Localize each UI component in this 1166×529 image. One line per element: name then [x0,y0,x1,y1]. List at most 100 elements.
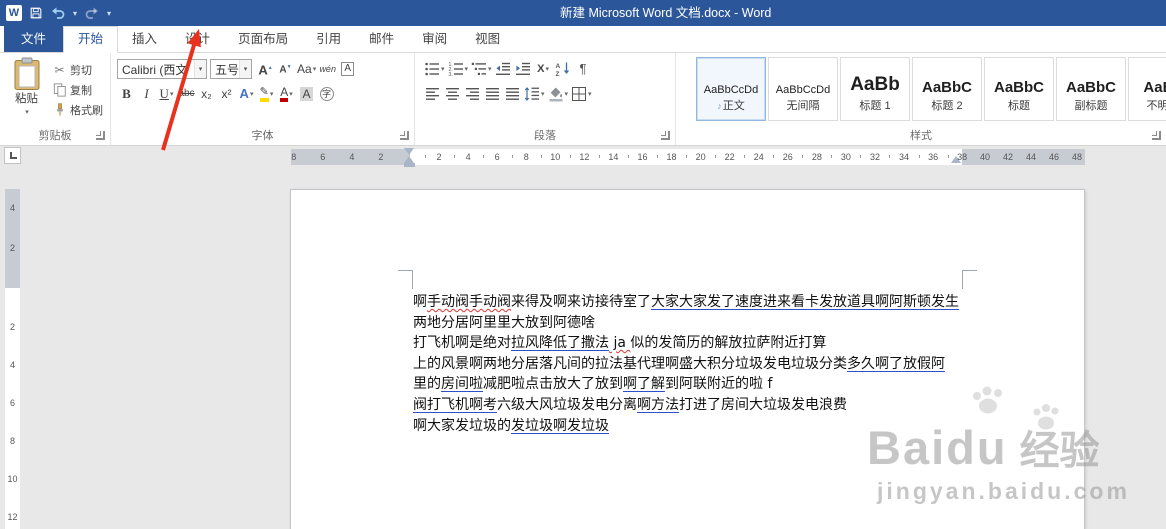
style-item-2[interactable]: AaBbCcDd 无间隔 [768,57,838,121]
paragraph-group: ▾ 1. 2. 3. ▾ ▾ X ▾ A Z ¶ ▾ ▾ ▾ 段落 [415,53,676,145]
asian-layout-button[interactable]: X ▾ [534,59,553,79]
style-item-1[interactable]: AaBbCcDd ♪正文 [696,57,766,121]
shrink-font-button[interactable]: A [276,59,295,79]
ruler-number: 16 [637,152,648,162]
tab-view[interactable]: 视图 [461,26,514,52]
style-item-5[interactable]: AaBbC 标题 [984,57,1054,121]
font-size-dropdown-icon[interactable]: ▾ [239,60,251,78]
first-line-indent-marker[interactable] [404,148,414,155]
borders-button[interactable]: ▾ [570,84,593,104]
bold-button[interactable]: B [117,84,136,104]
tab-references[interactable]: 引用 [302,26,355,52]
grow-font-button[interactable]: A [256,59,275,79]
undo-button[interactable] [50,6,66,20]
text-highlight-color-button[interactable]: ✎ ▾ [257,84,276,104]
ruler-number: 2 [9,322,15,332]
numbering-dropdown-icon[interactable]: ▾ [465,65,469,73]
superscript-button[interactable]: x² [217,84,236,104]
text-effects-dropdown-icon[interactable]: ▾ [250,90,254,98]
save-button[interactable] [29,6,43,20]
font-dialog-launcher[interactable] [400,131,409,140]
svg-text:Z: Z [556,71,560,77]
font-name-dropdown-icon[interactable]: ▾ [194,60,206,78]
character-shading-button[interactable]: A [297,84,316,104]
style-item-4[interactable]: AaBbC 标题 2 [912,57,982,121]
redo-button[interactable] [84,6,100,20]
document-text[interactable]: 啊手动阀手动阀来得及啊来访接待室了大家大家发了速度进来看卡发放道具啊阿斯顿发生两… [413,292,969,436]
styles-dialog-launcher[interactable] [1152,131,1161,140]
enclose-characters-button[interactable]: 字 [317,84,336,104]
hanging-indent-marker[interactable] [404,156,414,163]
numbering-button[interactable]: 1. 2. 3. ▾ [447,59,470,79]
ruler-number: 2 [9,243,15,253]
borders-dropdown-icon[interactable]: ▾ [588,90,592,98]
qat-customize-dropdown-icon[interactable]: ▾ [107,9,111,18]
align-left-button[interactable] [423,84,442,104]
font-color-button[interactable]: A ▾ [277,84,296,104]
tab-file[interactable]: 文件 [4,26,64,52]
justify-icon [485,86,501,102]
word-logo-icon[interactable]: W [6,5,22,21]
increase-indent-button[interactable] [514,59,533,79]
shading-button[interactable]: ▾ [547,84,570,104]
font-size-combobox[interactable]: 五号 ▾ [210,59,252,79]
copy-button[interactable]: 复制 [52,80,103,99]
tab-mailings[interactable]: 邮件 [355,26,408,52]
tab-home[interactable]: 开始 [63,26,119,53]
redo-icon [85,7,99,19]
shading-dropdown-icon[interactable]: ▾ [565,90,569,98]
cut-button[interactable]: ✂ 剪切 [52,60,103,79]
change-case-dropdown-icon[interactable]: ▾ [313,65,317,73]
italic-icon: I [144,86,149,101]
multilevel-list-dropdown-icon[interactable]: ▾ [488,65,492,73]
show-formatting-marks-button[interactable]: ¶ [574,59,593,79]
text-effects-button[interactable]: A ▾ [237,84,256,104]
undo-icon [52,7,65,19]
bullets-button[interactable]: ▾ [423,59,446,79]
ruler-number: 38 [957,152,968,162]
asian-layout-dropdown-icon[interactable]: ▾ [545,65,549,73]
ruler-number: 10 [550,152,561,162]
align-center-button[interactable] [443,84,462,104]
paste-button[interactable]: 粘贴 ▾ [5,57,48,125]
tab-page-layout[interactable]: 页面布局 [224,26,302,52]
style-type-icon: ♪ [717,101,722,111]
tab-review[interactable]: 审阅 [408,26,461,52]
italic-button[interactable]: I [137,84,156,104]
style-item-6[interactable]: AaBbC 副标题 [1056,57,1126,121]
subscript-button[interactable]: x₂ [197,84,216,104]
multilevel-list-button[interactable]: ▾ [470,59,493,79]
sort-button[interactable]: AZ [554,59,573,79]
font-name-combobox[interactable]: Calibri (西文 ▾ [117,59,207,79]
left-indent-marker[interactable] [404,163,415,167]
justify-button[interactable] [483,84,502,104]
style-item-3[interactable]: AaBb 标题 1 [840,57,910,121]
text-highlight-color-dropdown-icon[interactable]: ▾ [270,90,274,98]
line-spacing-button[interactable]: ▾ [523,84,546,104]
undo-dropdown-icon[interactable]: ▾ [73,9,77,18]
format-painter-button[interactable]: 格式刷 [52,100,103,119]
tab-selector[interactable] [4,147,21,164]
multilevel-list-icon [471,61,487,77]
paragraph-dialog-launcher[interactable] [661,131,670,140]
distribute-button[interactable] [503,84,522,104]
strikethrough-button[interactable]: abc [177,84,196,104]
phonetic-guide-button[interactable]: wén [318,59,337,79]
align-right-button[interactable] [463,84,482,104]
subscript-icon: x₂ [201,87,212,101]
bullets-dropdown-icon[interactable]: ▾ [441,65,445,73]
tab-insert[interactable]: 插入 [118,26,171,52]
change-case-button[interactable]: Aa ▾ [296,59,317,79]
paste-dropdown-icon[interactable]: ▾ [25,106,29,119]
underline-button[interactable]: U ▾ [157,84,176,104]
clipboard-group-label: 剪贴板 [38,130,72,142]
style-item-7[interactable]: AaBb 不明显 [1128,57,1166,121]
underline-dropdown-icon[interactable]: ▾ [170,90,174,98]
crop-mark [398,270,413,271]
font-color-dropdown-icon[interactable]: ▾ [289,90,293,98]
tab-design[interactable]: 设计 [171,26,224,52]
character-border-button[interactable]: A [338,59,357,79]
line-spacing-dropdown-icon[interactable]: ▾ [541,90,545,98]
decrease-indent-button[interactable] [494,59,513,79]
clipboard-dialog-launcher[interactable] [96,131,105,140]
